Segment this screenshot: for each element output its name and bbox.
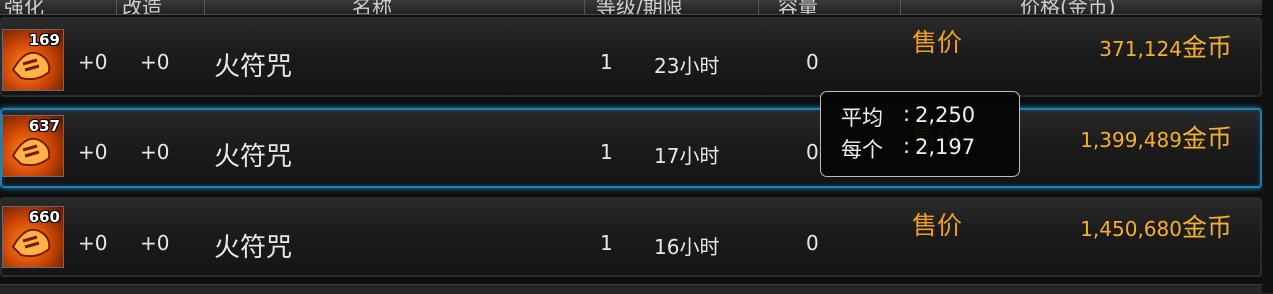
stack-count: 660 — [28, 208, 60, 226]
refine-level: +0 — [140, 50, 170, 74]
item-count: 1 — [600, 50, 613, 74]
tooltip-separator: : — [903, 102, 911, 126]
stack-count: 637 — [28, 117, 60, 135]
auction-row[interactable]: 660 +0 +0 火符咒 1 16小时 0 售价 1,450,680金币 — [0, 197, 1262, 277]
price-value: 371,124金币 — [1099, 28, 1232, 64]
time-remaining: 17小时 — [654, 144, 720, 168]
capacity: 0 — [806, 50, 819, 74]
time-remaining: 16小时 — [654, 235, 720, 259]
header-level-duration[interactable]: 等级/期限 — [596, 0, 683, 14]
fire-talisman-icon[interactable]: 637 — [2, 115, 64, 177]
header-divider — [900, 0, 901, 14]
fire-talisman-icon[interactable]: 660 — [2, 206, 64, 268]
header-enhance[interactable]: 强化 — [4, 0, 44, 14]
scroll-track[interactable] — [1262, 0, 1273, 293]
table-header: 强化 改造 名称 等级/期限 容量 价格(金币) — [0, 0, 1273, 15]
stack-count: 169 — [28, 31, 60, 49]
price-amount: 1,450,680 — [1080, 217, 1182, 241]
tooltip-each-value: 2,197 — [915, 135, 976, 159]
refine-level: +0 — [140, 140, 170, 164]
currency-label: 金币 — [1181, 213, 1232, 242]
item-name: 火符咒 — [214, 233, 293, 263]
currency-label: 金币 — [1181, 124, 1232, 153]
price-amount: 1,399,489 — [1080, 128, 1182, 152]
time-remaining: 23小时 — [654, 54, 720, 78]
auction-row[interactable]: 169 +0 +0 火符咒 1 23小时 0 售价 371,124金币 — [0, 17, 1262, 97]
item-name: 火符咒 — [214, 52, 293, 82]
price-amount: 371,124 — [1099, 37, 1182, 61]
header-name[interactable]: 名称 — [352, 0, 392, 14]
header-price[interactable]: 价格(金币) — [1020, 0, 1116, 14]
sell-price-label: 售价 — [912, 28, 963, 57]
tooltip-each-label: 每个 — [841, 138, 883, 162]
header-divider — [758, 0, 759, 14]
tooltip-average-value: 2,250 — [915, 103, 976, 127]
sell-price-label: 售价 — [912, 211, 963, 240]
header-capacity[interactable]: 容量 — [778, 0, 818, 14]
capacity: 0 — [806, 140, 819, 164]
fire-talisman-icon[interactable]: 169 — [2, 29, 64, 91]
price-tooltip: 平均 : 2,250 每个 : 2,197 — [820, 91, 1020, 177]
header-refine[interactable]: 改造 — [122, 0, 162, 14]
item-count: 1 — [600, 140, 613, 164]
item-count: 1 — [600, 231, 613, 255]
item-name: 火符咒 — [214, 142, 293, 172]
enhance-level: +0 — [78, 140, 108, 164]
currency-label: 金币 — [1181, 33, 1232, 62]
header-divider — [204, 0, 205, 14]
price-value: 1,450,680金币 — [1080, 208, 1232, 244]
refine-level: +0 — [140, 231, 170, 255]
header-divider — [584, 0, 585, 14]
capacity: 0 — [806, 231, 819, 255]
price-value: 1,399,489金币 — [1080, 119, 1232, 155]
tooltip-separator: : — [903, 134, 911, 158]
enhance-level: +0 — [78, 50, 108, 74]
auction-row-selected[interactable]: 637 +0 +0 火符咒 1 17小时 0 售价 1,399,489金币 — [0, 108, 1262, 188]
header-divider — [116, 0, 117, 14]
tooltip-average-label: 平均 — [841, 106, 883, 130]
enhance-level: +0 — [78, 231, 108, 255]
